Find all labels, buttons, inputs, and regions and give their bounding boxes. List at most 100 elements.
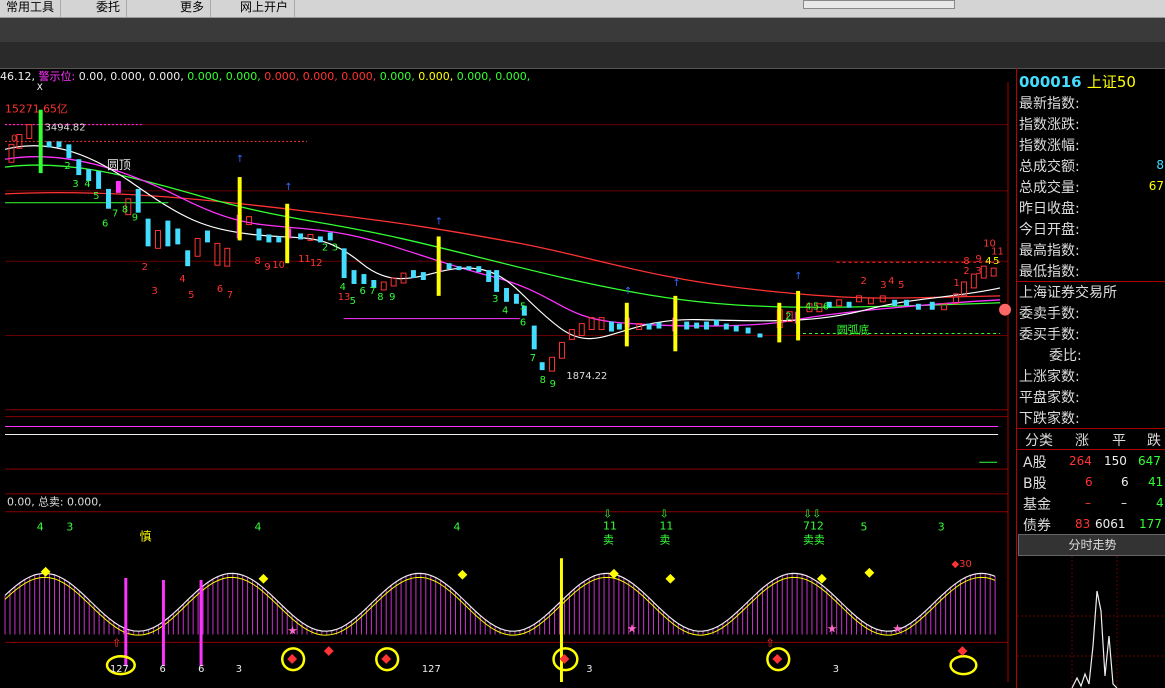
- search-input[interactable]: [803, 0, 955, 9]
- candle: [476, 266, 482, 273]
- candle: [704, 321, 709, 330]
- volume-value: 67: [1148, 179, 1164, 193]
- ma-line-magenta: [4, 156, 1001, 327]
- count-label: 6: [823, 302, 829, 313]
- field-open: 今日开盘:: [1019, 222, 1080, 238]
- table-cell-flat: 6061: [1095, 517, 1126, 531]
- count-label: 9: [132, 213, 138, 224]
- field-decliners: 下跌家数:: [1019, 411, 1080, 427]
- menu-entrust[interactable]: 委托: [90, 0, 128, 17]
- candle: [115, 181, 121, 193]
- diamond-marker: [287, 654, 298, 664]
- candle: [446, 263, 452, 270]
- candle: [733, 325, 739, 332]
- table-cell-down: 41: [1148, 475, 1164, 489]
- star-markers: ★ ★ ★ ★: [287, 621, 903, 637]
- count-label: 9: [389, 292, 395, 303]
- table-cell-up: 6: [1085, 475, 1093, 489]
- candle: [646, 323, 652, 330]
- signal-bar: [237, 177, 242, 241]
- pattern-bottom-label: 圆弧底: [837, 322, 870, 336]
- top-number: 3: [938, 521, 945, 534]
- signal-bar: [673, 295, 678, 352]
- up-arrow-icon: ⇧: [112, 636, 121, 649]
- candle: [929, 301, 935, 310]
- sell-count: 11: [603, 520, 617, 533]
- count-label: 3: [72, 179, 78, 190]
- table-cell-flat: 6: [1121, 475, 1129, 489]
- count-label: 4: [805, 302, 811, 313]
- bottom-number: 127: [110, 664, 129, 675]
- count-label: 5: [898, 280, 904, 291]
- index-code[interactable]: 000016 上证50: [1019, 71, 1136, 92]
- candle: [694, 322, 700, 329]
- menu-common-tools[interactable]: 常用工具: [0, 0, 62, 17]
- candle: [266, 234, 272, 243]
- buy-arrows: ↑ ↑ ↑ ↑ ↑ ↑: [236, 154, 803, 297]
- candle: [466, 266, 472, 271]
- count-label: 5: [993, 256, 999, 267]
- signal-bar: [624, 302, 629, 347]
- peak-diamond: [864, 567, 875, 578]
- bottom-number: 3: [236, 664, 242, 675]
- tab-intraday-chart[interactable]: 分时走势: [1018, 534, 1165, 556]
- count-label: 5: [813, 302, 819, 313]
- candle: [904, 299, 909, 306]
- candle: [76, 159, 82, 176]
- candle: [990, 267, 997, 277]
- candle: [46, 141, 52, 148]
- table-cell-down: 4: [1156, 496, 1164, 510]
- count-label: 6: [102, 219, 108, 230]
- candle: [135, 188, 141, 213]
- arrow-marker: ↑: [284, 182, 292, 193]
- peak-markers: [40, 566, 875, 584]
- circle-marker: [949, 655, 978, 676]
- candle: [38, 109, 43, 174]
- count-label: 3: [492, 294, 498, 305]
- count-label: 9: [550, 379, 556, 390]
- candle: [539, 362, 545, 371]
- field-bid-lots: 委买手数:: [1019, 327, 1080, 343]
- candle: [224, 247, 231, 267]
- table-cell-down: 177: [1139, 517, 1162, 531]
- count-label: 2: [860, 276, 866, 287]
- bottom-number: 3: [833, 664, 839, 675]
- bottom-number: 127: [422, 664, 441, 675]
- count-label: 2: [64, 161, 70, 172]
- candle: [867, 297, 874, 305]
- candle: [165, 220, 171, 247]
- candle: [26, 124, 33, 139]
- sub-chart-label: 0.00, 总卖: 0.000,: [7, 495, 102, 509]
- table-cell-up: 83: [1075, 517, 1091, 531]
- field-change-pct: 指数涨幅:: [1019, 138, 1080, 154]
- menu-more[interactable]: 更多: [174, 0, 212, 17]
- smiley-icon[interactable]: [999, 303, 1011, 316]
- menu-online-account[interactable]: 网上开户: [234, 0, 296, 17]
- count-label: 3: [332, 242, 338, 253]
- quote-panel: 000016 上证50 最新指数: 指数涨跌: 指数涨幅: 总成交额: 8 总成…: [1016, 68, 1165, 688]
- table-row-name: A股: [1023, 455, 1047, 471]
- mini-intraday-chart: [1017, 556, 1165, 688]
- candle: [656, 322, 662, 329]
- up-arrow-icon: ⇧: [765, 636, 774, 649]
- candle: [380, 281, 387, 291]
- candle: [276, 236, 282, 243]
- count-label: 5: [188, 290, 194, 301]
- candle: [96, 171, 102, 189]
- count-label: 4: [179, 274, 185, 285]
- table-header-up: 涨: [1075, 433, 1089, 449]
- count-label: 9: [264, 262, 270, 273]
- sell-count: 712: [803, 520, 824, 533]
- candle: [494, 270, 500, 292]
- panel-divider: [1017, 428, 1165, 429]
- star-icon: ★: [627, 621, 638, 635]
- field-latest: 最新指数:: [1019, 96, 1080, 112]
- count-label: 3: [975, 266, 981, 277]
- candlestick-chart[interactable]: ↑ ↑ ↑ ↑ ↑ ↑ 0 2 3 4 5 6 7 8 9 2 3 4 5 6 …: [0, 82, 1015, 682]
- peak-diamond: [457, 569, 468, 580]
- bottom-number: 3: [586, 664, 592, 675]
- count-label: 7: [112, 209, 118, 220]
- candle: [145, 218, 151, 247]
- table-row-name: B股: [1023, 476, 1047, 492]
- x-marker: X: [37, 83, 43, 93]
